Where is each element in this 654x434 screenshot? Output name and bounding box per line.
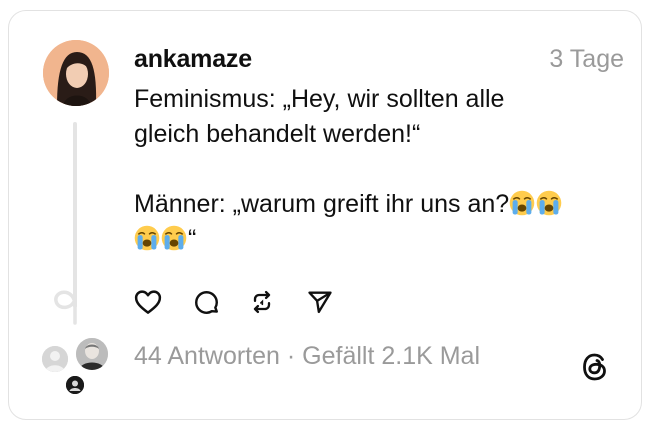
loudly-crying-face-icon [134, 225, 160, 251]
post-text-segment: Männer: „warum greift ihr uns an? [134, 190, 510, 218]
post-text-segment: “ [188, 225, 197, 253]
replier-avatar [74, 336, 110, 372]
stats-separator: · [279, 342, 303, 370]
repost-icon [253, 290, 271, 314]
send-icon [308, 291, 332, 314]
post-stats: 44 Antworten · Gefällt 2.1K Mal [134, 342, 480, 371]
loudly-crying-face-icon [509, 190, 535, 216]
like-button[interactable] [132, 286, 164, 318]
heart-icon [134, 290, 162, 314]
post-text-line: Feminismus: „Hey, wir sollten alle [134, 85, 505, 113]
threads-logo-icon[interactable] [578, 350, 612, 384]
replier-avatar [64, 374, 86, 396]
author-username[interactable]: ankamaze [134, 45, 252, 74]
loudly-crying-face-icon [161, 225, 187, 251]
reply-button[interactable] [190, 286, 222, 318]
replier-avatars[interactable] [38, 336, 118, 400]
author-avatar[interactable] [43, 40, 109, 106]
replies-count[interactable]: 44 Antworten [134, 342, 280, 370]
thread-loop-icon [54, 275, 77, 325]
replier-portrait [66, 376, 84, 394]
likes-count[interactable]: Gefällt 2.1K Mal [302, 342, 480, 370]
post-text: Feminismus: „Hey, wir sollten alle gleic… [134, 82, 614, 257]
post-text-line: gleich behandelt werden!“ [134, 120, 421, 148]
replier-portrait [76, 338, 108, 370]
default-user-icon [42, 346, 68, 372]
post-text-line: “ [134, 222, 614, 257]
loudly-crying-face-icon [536, 190, 562, 216]
post-timestamp: 3 Tage [549, 45, 624, 73]
comment-icon [194, 290, 218, 314]
post-text-line: Männer: „warum greift ihr uns an? [134, 187, 614, 222]
replier-avatar [40, 344, 70, 374]
avatar-portrait [43, 40, 109, 106]
share-button[interactable] [304, 286, 336, 318]
repost-button[interactable] [246, 286, 278, 318]
